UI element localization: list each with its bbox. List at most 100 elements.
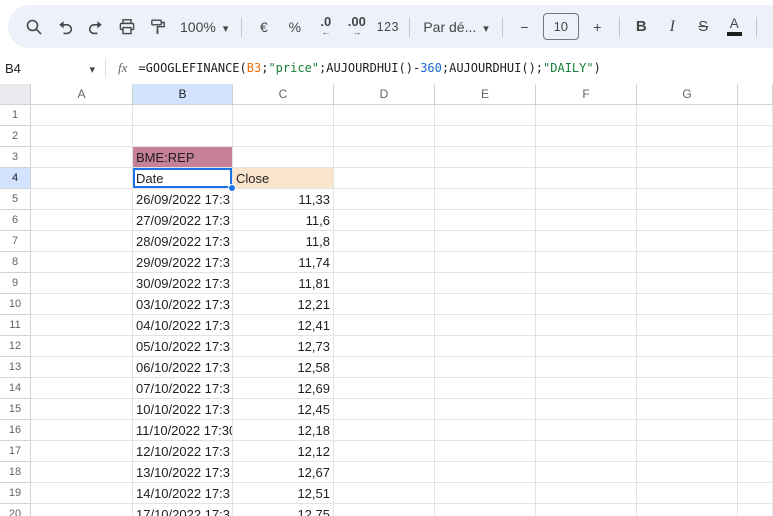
cell-E6[interactable]: [435, 210, 536, 231]
cell-A4[interactable]: [31, 168, 133, 189]
cell-F7[interactable]: [536, 231, 637, 252]
cell-E3[interactable]: [435, 147, 536, 168]
cell-A19[interactable]: [31, 483, 133, 504]
font-family-selector[interactable]: Par dé...: [416, 19, 495, 35]
col-header-E[interactable]: E: [435, 84, 536, 105]
cell-D4[interactable]: [334, 168, 435, 189]
col-header-A[interactable]: A: [31, 84, 133, 105]
cell-partial-1[interactable]: [738, 105, 773, 126]
search-button[interactable]: [18, 12, 49, 42]
cell-G17[interactable]: [637, 441, 738, 462]
cell-A6[interactable]: [31, 210, 133, 231]
row-header-15[interactable]: 15: [0, 399, 31, 420]
row-header-11[interactable]: 11: [0, 315, 31, 336]
cell-G15[interactable]: [637, 399, 738, 420]
row-header-10[interactable]: 10: [0, 294, 31, 315]
cell-B20[interactable]: 17/10/2022 17:3: [133, 504, 233, 516]
increase-decimal-button[interactable]: .00: [341, 12, 372, 42]
cell-G2[interactable]: [637, 126, 738, 147]
cell-C1[interactable]: [233, 105, 334, 126]
cell-E7[interactable]: [435, 231, 536, 252]
cell-G7[interactable]: [637, 231, 738, 252]
cell-C11[interactable]: 12,41: [233, 315, 334, 336]
cell-partial-6[interactable]: [738, 210, 773, 231]
cell-D1[interactable]: [334, 105, 435, 126]
format-percent-button[interactable]: %: [279, 12, 310, 42]
row-header-8[interactable]: 8: [0, 252, 31, 273]
decrease-decimal-button[interactable]: .0: [310, 12, 341, 42]
row-header-3[interactable]: 3: [0, 147, 31, 168]
cell-D9[interactable]: [334, 273, 435, 294]
cell-partial-4[interactable]: [738, 168, 773, 189]
cell-F11[interactable]: [536, 315, 637, 336]
col-header-D[interactable]: D: [334, 84, 435, 105]
cell-partial-16[interactable]: [738, 420, 773, 441]
cell-A2[interactable]: [31, 126, 133, 147]
cell-B1[interactable]: [133, 105, 233, 126]
cell-A15[interactable]: [31, 399, 133, 420]
cell-A17[interactable]: [31, 441, 133, 462]
cell-partial-3[interactable]: [738, 147, 773, 168]
name-box[interactable]: B4: [0, 61, 105, 76]
cell-D20[interactable]: [334, 504, 435, 516]
cell-A9[interactable]: [31, 273, 133, 294]
number-format-button[interactable]: 123: [372, 12, 403, 42]
cell-B3[interactable]: BME:REP: [133, 147, 233, 168]
cell-F17[interactable]: [536, 441, 637, 462]
zoom-selector[interactable]: 100%: [173, 19, 235, 35]
cell-B16[interactable]: 11/10/2022 17:30: [133, 420, 233, 441]
cell-C19[interactable]: 12,51: [233, 483, 334, 504]
cell-partial-8[interactable]: [738, 252, 773, 273]
decrease-font-size-button[interactable]: −: [509, 12, 540, 42]
cell-A3[interactable]: [31, 147, 133, 168]
cell-partial-17[interactable]: [738, 441, 773, 462]
cell-G18[interactable]: [637, 462, 738, 483]
cell-D2[interactable]: [334, 126, 435, 147]
cell-C8[interactable]: 11,74: [233, 252, 334, 273]
cell-E13[interactable]: [435, 357, 536, 378]
cell-B8[interactable]: 29/09/2022 17:3: [133, 252, 233, 273]
cell-B2[interactable]: [133, 126, 233, 147]
cell-D15[interactable]: [334, 399, 435, 420]
cell-E4[interactable]: [435, 168, 536, 189]
cell-D19[interactable]: [334, 483, 435, 504]
row-header-2[interactable]: 2: [0, 126, 31, 147]
cell-A1[interactable]: [31, 105, 133, 126]
cell-partial-2[interactable]: [738, 126, 773, 147]
cell-partial-5[interactable]: [738, 189, 773, 210]
col-header-F[interactable]: F: [536, 84, 637, 105]
cell-B13[interactable]: 06/10/2022 17:3: [133, 357, 233, 378]
strikethrough-button[interactable]: S: [688, 12, 719, 42]
cell-D6[interactable]: [334, 210, 435, 231]
redo-button[interactable]: [80, 12, 111, 42]
cell-E14[interactable]: [435, 378, 536, 399]
row-header-14[interactable]: 14: [0, 378, 31, 399]
cell-F12[interactable]: [536, 336, 637, 357]
cell-F9[interactable]: [536, 273, 637, 294]
cell-E12[interactable]: [435, 336, 536, 357]
select-all-corner[interactable]: [0, 84, 31, 105]
italic-button[interactable]: I: [657, 12, 688, 42]
cell-B19[interactable]: 14/10/2022 17:3: [133, 483, 233, 504]
cell-A20[interactable]: [31, 504, 133, 516]
cell-F15[interactable]: [536, 399, 637, 420]
cell-G12[interactable]: [637, 336, 738, 357]
cell-F18[interactable]: [536, 462, 637, 483]
cell-B17[interactable]: 12/10/2022 17:3: [133, 441, 233, 462]
cell-A10[interactable]: [31, 294, 133, 315]
cell-G11[interactable]: [637, 315, 738, 336]
cell-A16[interactable]: [31, 420, 133, 441]
cell-G13[interactable]: [637, 357, 738, 378]
cell-B12[interactable]: 05/10/2022 17:3: [133, 336, 233, 357]
cell-F20[interactable]: [536, 504, 637, 516]
cell-G19[interactable]: [637, 483, 738, 504]
cell-F3[interactable]: [536, 147, 637, 168]
bold-button[interactable]: B: [626, 12, 657, 42]
cell-A14[interactable]: [31, 378, 133, 399]
cell-G9[interactable]: [637, 273, 738, 294]
print-button[interactable]: [111, 12, 142, 42]
cell-partial-9[interactable]: [738, 273, 773, 294]
cell-F19[interactable]: [536, 483, 637, 504]
cell-C14[interactable]: 12,69: [233, 378, 334, 399]
cell-D13[interactable]: [334, 357, 435, 378]
